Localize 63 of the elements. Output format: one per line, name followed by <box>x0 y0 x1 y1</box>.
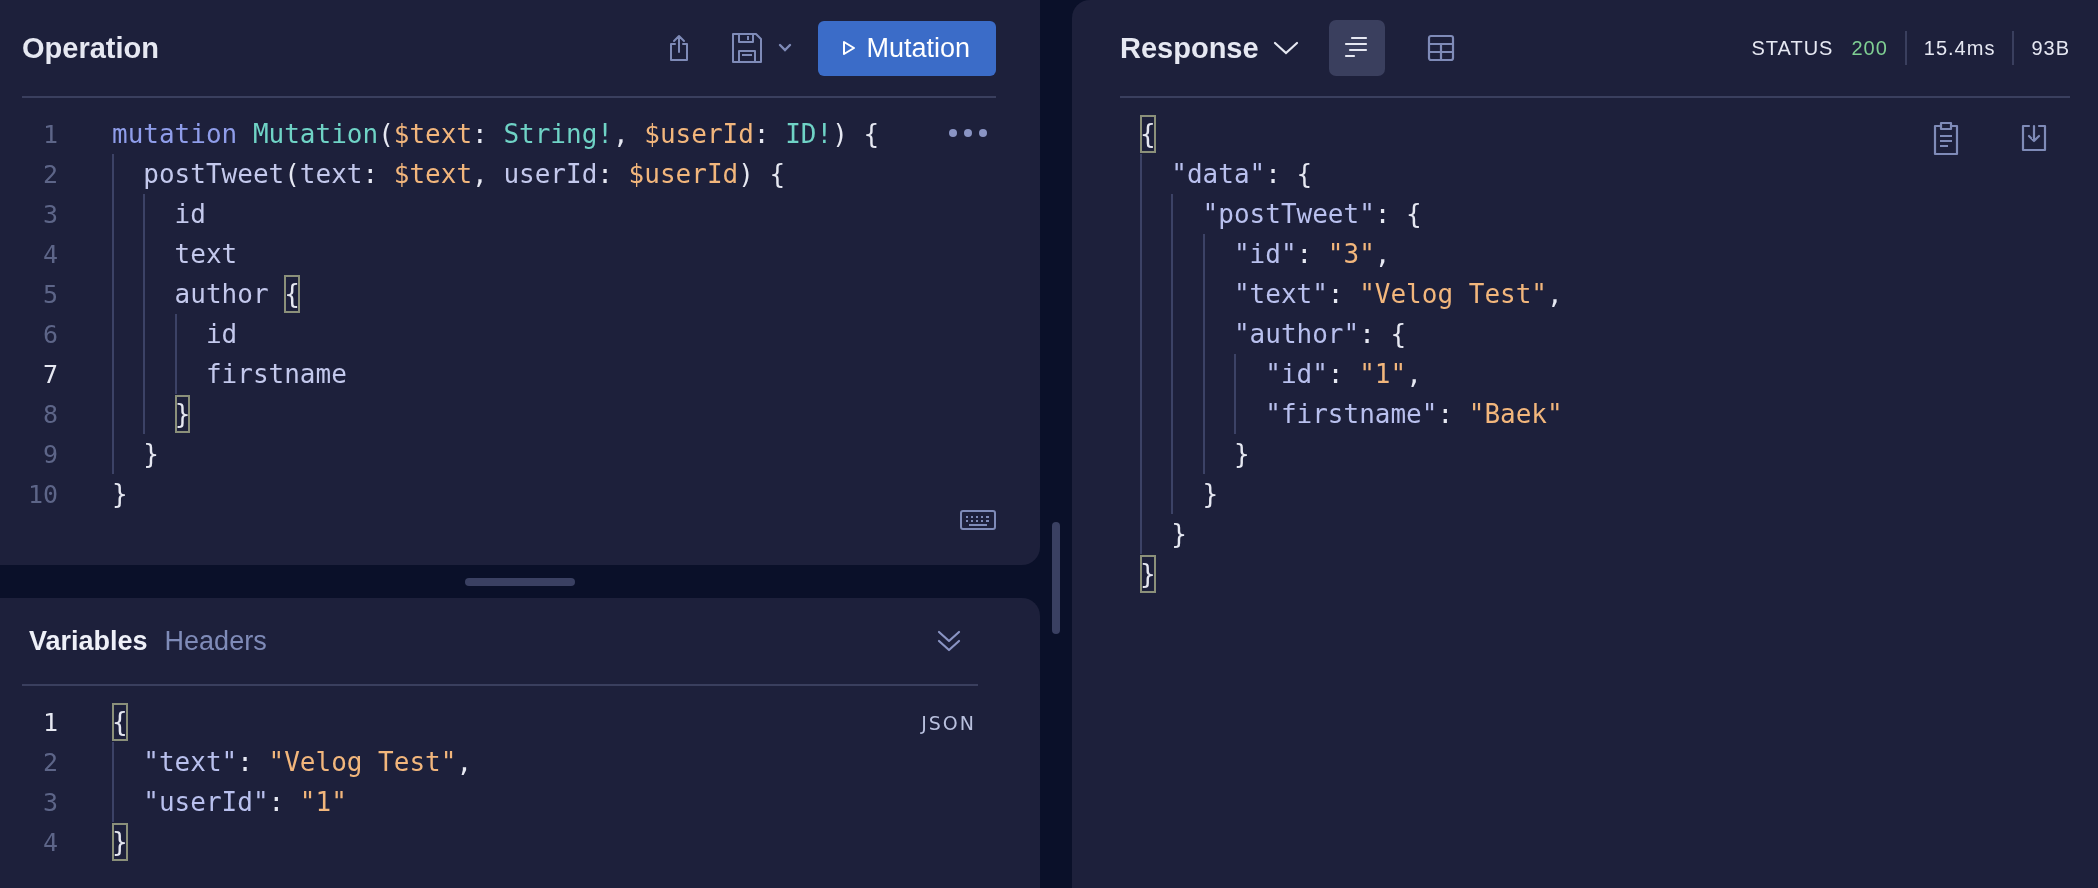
code-line: } <box>112 434 159 474</box>
code-line: "text": "Velog Test", <box>112 742 473 782</box>
caret-icon[interactable] <box>778 43 793 53</box>
chevron-down-icon[interactable] <box>1272 40 1299 56</box>
code-line: "author": { <box>1140 314 1407 354</box>
language-label: JSON <box>921 712 976 734</box>
code-line: } <box>1140 554 1156 594</box>
line-number: 4 <box>41 827 58 857</box>
code-line: "postTweet": { <box>1140 194 1422 234</box>
save-icon[interactable] <box>730 31 765 65</box>
code-line: "firstname": "Baek" <box>1140 394 1563 434</box>
line-number: 2 <box>41 747 58 777</box>
code-line: } <box>1140 514 1187 554</box>
line-number: 6 <box>41 319 58 349</box>
panel-tab[interactable]: Variables <box>29 625 148 657</box>
formatted-view-button[interactable] <box>1328 20 1385 76</box>
code-line: postTweet(text: $text, userId: $userId) { <box>112 154 786 194</box>
status-code: 200 <box>1851 36 1888 60</box>
line-number: 10 <box>26 479 58 509</box>
code-line: } <box>112 822 128 862</box>
code-line: id <box>112 194 206 234</box>
code-line: "text": "Velog Test", <box>1140 274 1563 314</box>
code-line: author { <box>112 274 300 314</box>
code-line: { <box>112 702 128 742</box>
more-options-icon[interactable] <box>948 128 988 138</box>
code-line: } <box>1140 434 1250 474</box>
code-line: firstname <box>112 354 347 394</box>
code-line: mutation Mutation($text: String!, $userId: ID!) { <box>112 118 880 151</box>
line-number: 1 <box>41 119 58 149</box>
line-number: 1 <box>41 707 58 737</box>
panel-title: Operation <box>22 31 159 65</box>
line-number: 2 <box>41 159 58 189</box>
download-icon[interactable] <box>2020 123 2048 153</box>
line-number: 3 <box>41 787 58 817</box>
panel-tab[interactable]: Headers <box>164 625 267 657</box>
line-number: 5 <box>41 279 58 309</box>
code-line: id <box>112 314 238 354</box>
code-line: "userId": "1" <box>112 782 347 822</box>
table-icon <box>1426 34 1455 62</box>
line-number: 7 <box>41 359 58 389</box>
clipboard-icon[interactable] <box>1932 120 1960 156</box>
code-line: { <box>1140 114 1156 154</box>
play-icon <box>842 40 857 56</box>
code-line: text <box>112 234 238 274</box>
line-number: 8 <box>41 399 58 429</box>
collapse-icon[interactable] <box>936 628 962 654</box>
run-mutation-button[interactable]: Mutation <box>818 20 996 76</box>
code-line: } <box>112 394 191 434</box>
line-number: 9 <box>41 439 58 469</box>
line-number: 3 <box>41 199 58 229</box>
line-number: 4 <box>41 239 58 269</box>
code-line: "data": { <box>1140 154 1313 194</box>
response-size: 93B <box>2031 36 2070 60</box>
panel-title: Response <box>1120 31 1259 65</box>
response-time: 15.4ms <box>1923 36 1996 60</box>
code-line: } <box>1140 474 1219 514</box>
status-label: STATUS <box>1751 36 1834 60</box>
code-line: } <box>112 478 128 511</box>
scrollbar-thumb[interactable] <box>1052 522 1060 634</box>
keyboard-icon[interactable] <box>960 510 996 530</box>
resize-handle[interactable] <box>465 577 575 586</box>
code-line: "id": "1", <box>1140 354 1422 394</box>
code-line: "id": "3", <box>1140 234 1391 274</box>
